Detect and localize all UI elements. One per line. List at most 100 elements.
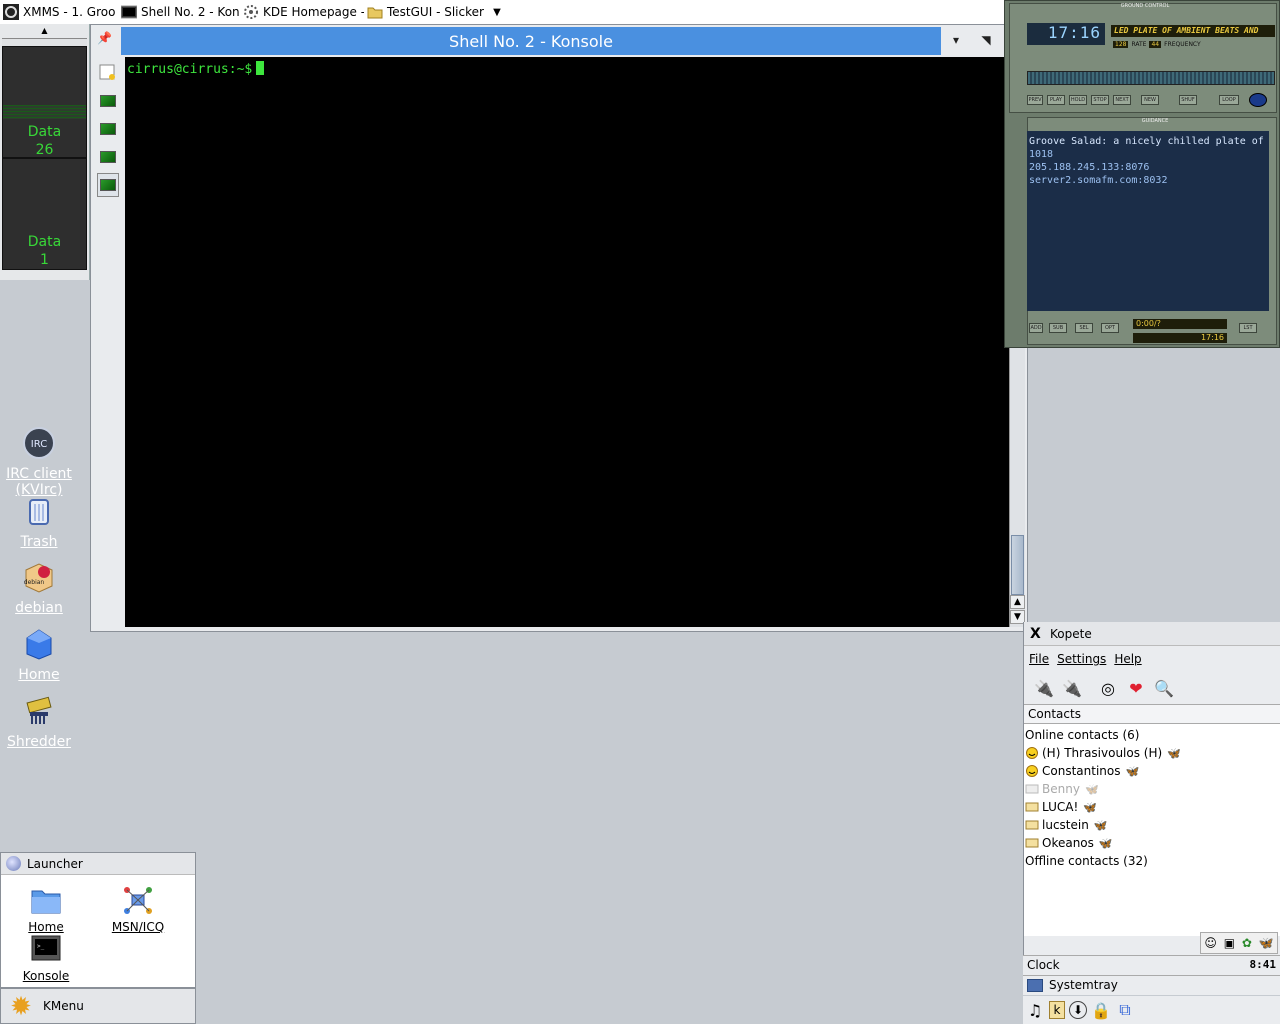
debian-icon: debian [24, 563, 53, 593]
playlist-opt-button[interactable]: OPT [1101, 323, 1119, 333]
desktop-icon-trash[interactable]: Trash [0, 494, 78, 550]
search-button[interactable]: 🔍 [1154, 678, 1174, 698]
launcher-titlebar[interactable]: Launcher [1, 853, 195, 875]
launcher-item-msn-icq[interactable]: MSN/ICQ [103, 885, 173, 934]
connect-button[interactable]: 🔌 [1034, 678, 1054, 698]
contact-name: lucstein [1042, 818, 1089, 832]
session-tab-1[interactable] [97, 89, 119, 113]
systray-icon [1027, 979, 1043, 992]
network-tray-icon[interactable]: ⧉ [1115, 1000, 1135, 1020]
prev-button[interactable]: PREV [1027, 95, 1043, 105]
desktop-icon-label: Shredder [7, 734, 71, 750]
pager-up-arrow-icon[interactable]: ▲ [0, 24, 89, 36]
away-icon [1025, 838, 1039, 848]
playlist-add-button[interactable]: ADD [1029, 323, 1043, 333]
desktop-count: 1 [40, 252, 49, 268]
msn-butterfly-icon: 🦋 [1167, 746, 1181, 760]
icq-flower-icon[interactable]: ✿ [1242, 936, 1252, 950]
contact-item[interactable]: Benny 🦋 [1024, 780, 1280, 798]
contact-item[interactable]: lucstein 🦋 [1024, 816, 1280, 834]
heart-icon: ❤ [1129, 678, 1143, 698]
session-tab-2[interactable] [97, 117, 119, 141]
contact-item[interactable]: Constantinos 🦋 [1024, 762, 1280, 780]
protocol-status-bar: ☺ ▣ ✿ 🦋 [1200, 932, 1278, 954]
home-folder-icon [31, 890, 61, 914]
terminal-area[interactable]: cirrus@cirrus:~$ [125, 57, 1009, 627]
contact-name: Benny [1042, 782, 1080, 796]
menu-file[interactable]: File [1029, 652, 1049, 666]
desktop-icon-shredder[interactable]: Shredder [0, 694, 78, 750]
msn-butterfly-icon[interactable]: 🦋 [1259, 936, 1274, 950]
smiley-icon[interactable]: ☺ [1204, 936, 1217, 950]
seek-bar[interactable] [1027, 71, 1275, 85]
launcher-title: Launcher [27, 856, 83, 871]
minimize-button[interactable]: ▾ [945, 29, 967, 51]
launcher-item-konsole[interactable]: >_ Konsole [11, 934, 81, 983]
contact-item[interactable]: Okeanos 🦋 [1024, 834, 1280, 852]
network-icon[interactable]: ▣ [1224, 936, 1235, 950]
scroll-thumb[interactable] [1011, 535, 1024, 595]
launcher-icon [6, 856, 21, 871]
stream-server: server2.somafm.com:8032 [1029, 175, 1168, 186]
launcher-item-home[interactable]: Home [11, 885, 81, 934]
maximize-button[interactable]: ◥ [975, 29, 997, 51]
playlist-sub-button[interactable]: SUB [1049, 323, 1067, 333]
contact-list: Online contacts (6) (H) Thrasivoulos (H)… [1024, 724, 1280, 936]
svg-text:>_: >_ [37, 943, 45, 950]
contacts-column-header[interactable]: Contacts [1024, 704, 1280, 724]
kopete-titlebar[interactable]: X Kopete [1024, 622, 1280, 646]
clock-applet[interactable]: Clock 8:41 [1023, 955, 1280, 975]
shuffle-button[interactable]: SHUF [1179, 95, 1197, 105]
menu-help[interactable]: Help [1114, 652, 1141, 666]
playlist-list-button[interactable]: LST [1239, 323, 1257, 333]
menu-settings[interactable]: Settings [1057, 652, 1106, 666]
taskbar-dropdown-button[interactable]: ▼ [488, 0, 506, 24]
contact-item[interactable]: LUCA! 🦋 [1024, 798, 1280, 816]
repeat-button[interactable]: LOOP [1219, 95, 1239, 105]
playlist-sel-button[interactable]: SEL [1075, 323, 1093, 333]
eject-button[interactable]: NEW [1141, 95, 1159, 105]
task-kde-homepage[interactable]: KDE Homepage - [240, 0, 364, 24]
pager-desktop-1[interactable]: Data 26 [2, 46, 87, 158]
new-session-button[interactable] [97, 61, 119, 85]
klipper-icon[interactable]: k [1049, 1001, 1065, 1019]
kmenu-label: KMenu [43, 999, 84, 1013]
session-tab-3[interactable] [97, 145, 119, 169]
desktop-icon-debian[interactable]: debian debian [0, 560, 78, 616]
task-testgui[interactable]: TestGUI - Slicker [364, 0, 488, 24]
terminal-icon [100, 95, 116, 107]
konsole-window: 📌 Shell No. 2 - Konsole ▾ ◥ ✕ cirrus@cir… [90, 24, 1028, 632]
contact-item[interactable]: (H) Thrasivoulos (H) 🦋 [1024, 744, 1280, 762]
systemtray-applet[interactable]: Systemtray [1023, 975, 1280, 995]
pager-desktop-2[interactable]: Data 1 [2, 158, 87, 270]
status-button[interactable]: ◎ [1098, 678, 1118, 698]
chevron-down-icon: ▼ [493, 6, 501, 18]
download-icon[interactable]: ⬇ [1069, 1001, 1087, 1019]
offline-contacts-group[interactable]: Offline contacts (32) [1024, 852, 1280, 870]
online-contacts-group[interactable]: Online contacts (6) [1024, 726, 1280, 744]
disconnect-button[interactable]: 🔌 [1062, 678, 1082, 698]
window-title: Kopete [1050, 626, 1092, 641]
chevron-down-icon: ▾ [952, 33, 960, 47]
desktop-icon-label: Home [18, 667, 60, 683]
desktop-icon-home[interactable]: Home [0, 627, 78, 683]
pin-icon[interactable]: 📌 [97, 31, 112, 45]
pause-button[interactable]: HOLD [1069, 95, 1087, 105]
stream-info: Groove Salad: a nicely chilled plate of … [1027, 131, 1269, 311]
task-xmms[interactable]: XMMS - 1. Groo [0, 0, 118, 24]
desktop-icon-irc-client[interactable]: IRC IRC client (KVIrc) [0, 426, 78, 498]
scroll-up-button-bottom[interactable]: ▲ [1010, 595, 1025, 609]
task-konsole[interactable]: Shell No. 2 - Kon [118, 0, 240, 24]
task-label: Shell No. 2 - Kon [141, 5, 240, 19]
search-icon: 🔍 [1154, 678, 1174, 698]
session-tab-4[interactable] [97, 173, 119, 197]
music-note-icon[interactable]: ♫ [1025, 1000, 1045, 1020]
play-button[interactable]: PLAY [1047, 95, 1065, 105]
kmenu-button[interactable]: ✹ KMenu [0, 988, 196, 1024]
lock-icon[interactable]: 🔒 [1091, 1000, 1111, 1020]
stop-button[interactable]: STOP [1091, 95, 1109, 105]
next-button[interactable]: NEXT [1113, 95, 1131, 105]
konsole-titlebar[interactable]: Shell No. 2 - Konsole [121, 27, 941, 55]
rate-value: 128 [1113, 41, 1129, 48]
add-contact-button[interactable]: ❤ [1126, 678, 1146, 698]
